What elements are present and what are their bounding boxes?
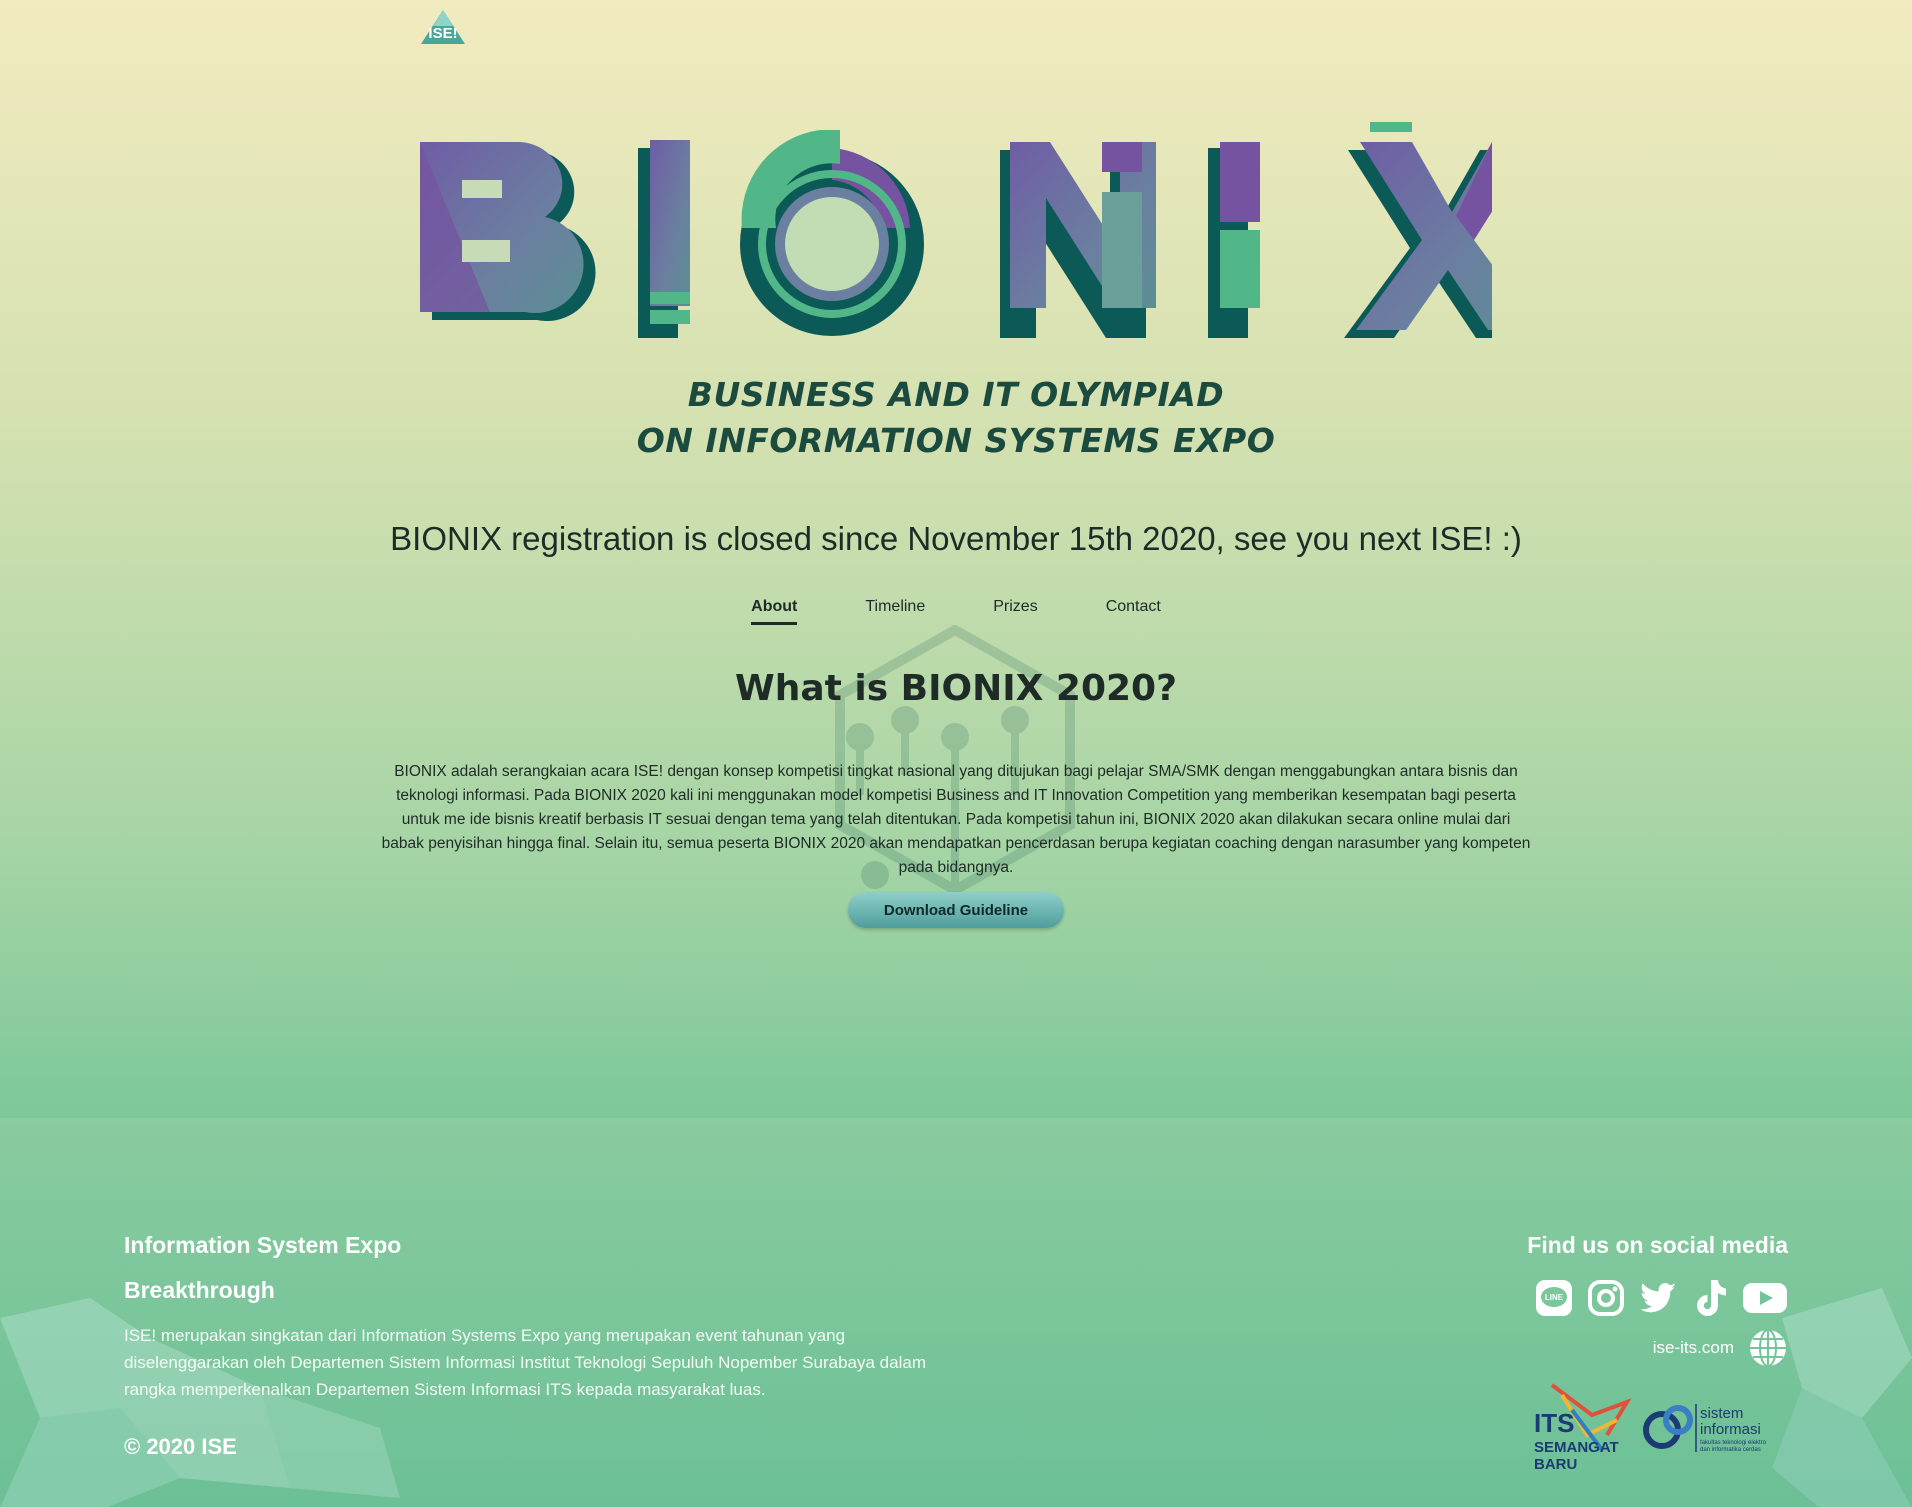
tab-contact[interactable]: Contact <box>1106 598 1161 625</box>
about-heading: What is BIONIX 2020? <box>734 668 1177 709</box>
si-logo-line4: dan informatika cerdas <box>1700 1447 1761 1453</box>
its-logo-line1: ITS <box>1534 1408 1574 1438</box>
twitter-icon[interactable] <box>1638 1278 1678 1318</box>
youtube-icon[interactable] <box>1742 1278 1788 1318</box>
about-description: BIONIX adalah serangkaian acara ISE! den… <box>381 763 1531 876</box>
logo-letter-o <box>740 130 924 336</box>
download-guideline-button[interactable]: Download Guideline <box>848 892 1064 928</box>
tab-about[interactable]: About <box>751 598 798 625</box>
social-links: LINE <box>1534 1278 1788 1318</box>
its-logo-line3: BARU <box>1534 1456 1577 1473</box>
si-logo-line2: informasi <box>1700 1421 1761 1438</box>
ise-logo[interactable]: ISE! <box>419 8 467 46</box>
footer: Information System Expo Breakthrough ISE… <box>0 1118 1912 1507</box>
tiktok-icon[interactable] <box>1690 1278 1730 1318</box>
footer-description: ISE! merupakan singkatan dari Informatio… <box>124 1326 926 1399</box>
hero-subtitle: BUSINESS AND IT OLYMPIAD ON INFORMATION … <box>0 372 1912 464</box>
website-link[interactable]: ise-its.com <box>1653 1328 1788 1368</box>
hero-subtitle-line2: ON INFORMATION SYSTEMS EXPO <box>636 421 1276 460</box>
its-logo-line2: SEMANGAT <box>1534 1439 1619 1456</box>
logo-letter-b <box>420 142 596 322</box>
footer-subtitle: Breakthrough <box>124 1277 275 1303</box>
logo-letter-n <box>1000 142 1156 338</box>
logo-letter-i-2 <box>1208 142 1260 338</box>
ise-logo-text: ISE! <box>428 25 457 42</box>
sistem-informasi-logo: sistem informasi fakultas teknologi elek… <box>1643 1404 1767 1453</box>
footer-title: Information System Expo <box>124 1232 402 1258</box>
social-media-title: Find us on social media <box>1527 1232 1788 1258</box>
logo-letter-x <box>1344 122 1492 338</box>
website-url: ise-its.com <box>1652 1338 1734 1357</box>
si-logo-line1: sistem <box>1700 1405 1743 1422</box>
globe-icon <box>1750 1329 1786 1367</box>
bionix-logo <box>420 122 1492 338</box>
footer-copyright: © 2020 ISE <box>124 1434 237 1459</box>
registration-notice: BIONIX registration is closed since Nove… <box>390 520 1522 557</box>
instagram-icon[interactable] <box>1586 1278 1626 1318</box>
svg-text:LINE: LINE <box>1545 1293 1564 1302</box>
line-icon[interactable]: LINE <box>1534 1278 1574 1318</box>
tab-timeline[interactable]: Timeline <box>865 598 925 625</box>
si-logo-line3: fakultas teknologi elektro <box>1700 1440 1767 1446</box>
hero-subtitle-line1: BUSINESS AND IT OLYMPIAD <box>687 375 1225 414</box>
tab-prizes[interactable]: Prizes <box>993 598 1037 625</box>
logo-letter-i-1 <box>638 140 690 338</box>
its-semangat-baru-logo: ITS SEMANGAT BARU <box>1534 1383 1632 1473</box>
tab-bar: About Timeline Prizes Contact <box>0 598 1912 625</box>
